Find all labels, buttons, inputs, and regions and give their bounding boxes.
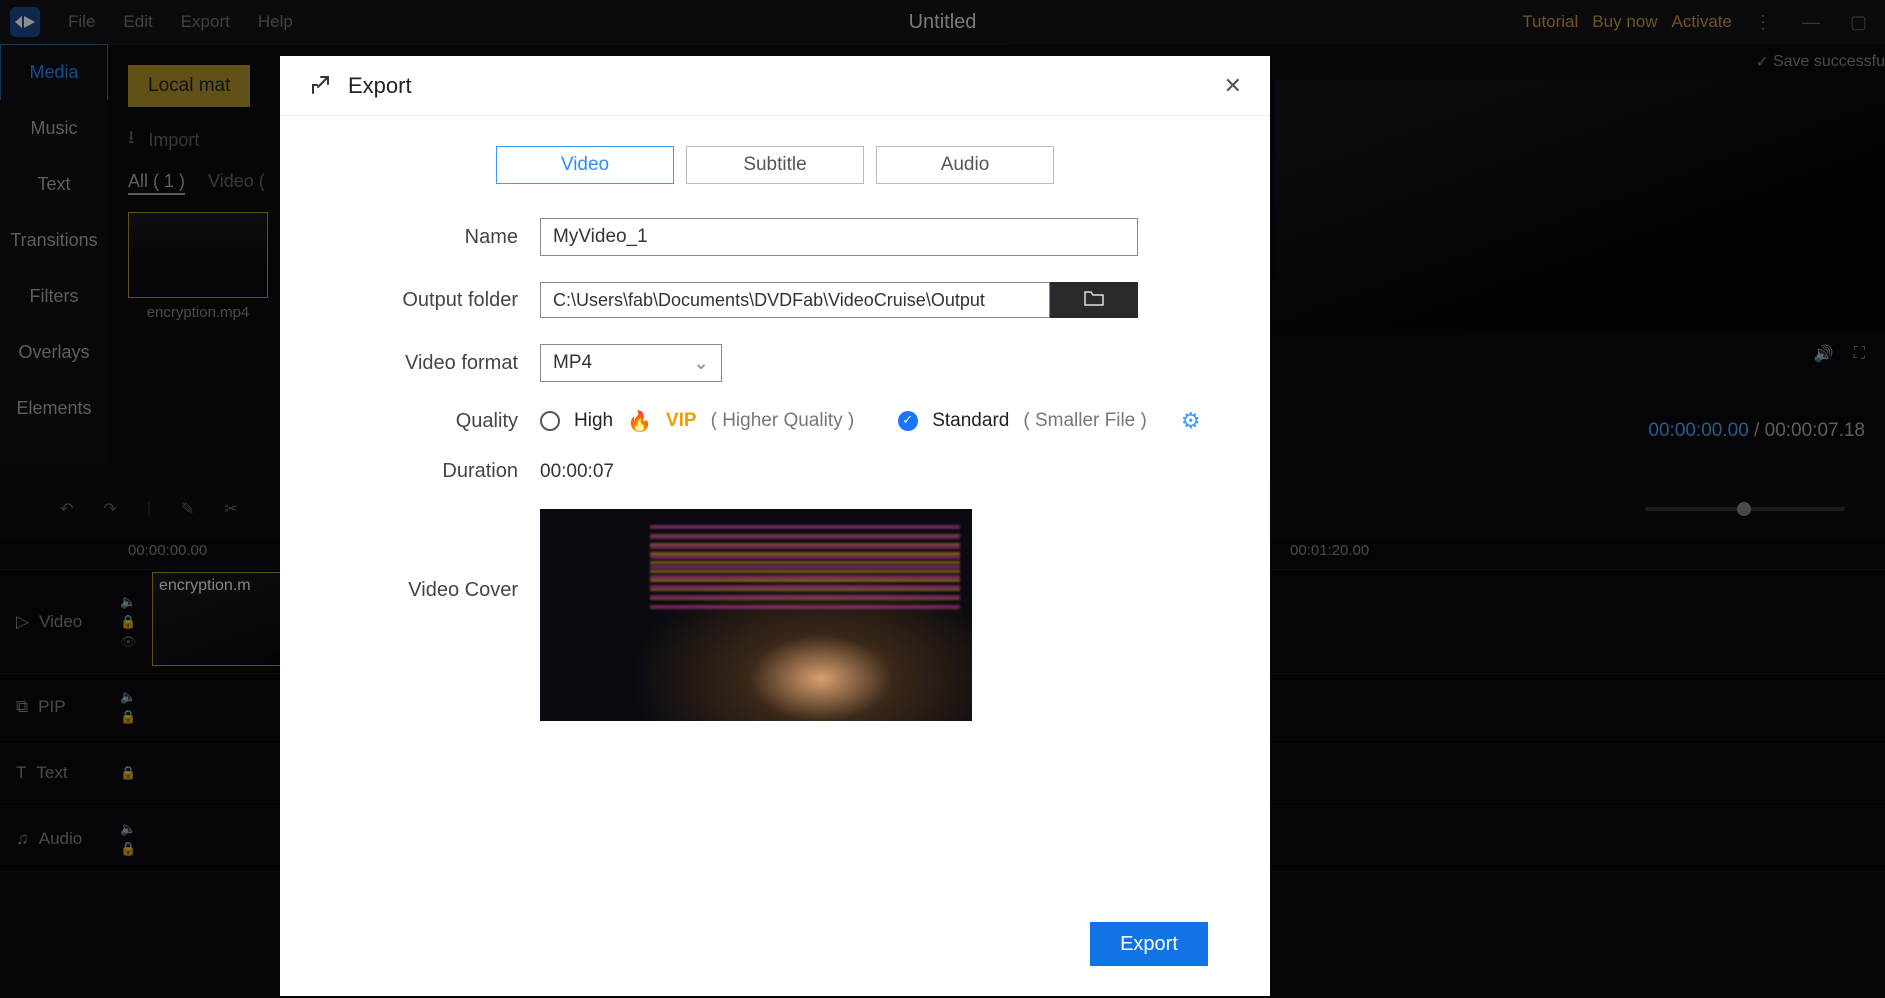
chevron-down-icon: ⌄ — [693, 352, 709, 375]
modal-title: Export — [348, 73, 412, 99]
quality-high-hint: ( Higher Quality ) — [711, 410, 855, 432]
close-icon[interactable]: ✕ — [1224, 73, 1242, 99]
folder-icon — [1083, 289, 1105, 312]
video-format-select[interactable]: MP4 ⌄ — [540, 344, 722, 382]
export-icon — [308, 73, 334, 99]
export-modal: Export ✕ Video Subtitle Audio Name Outpu… — [280, 56, 1270, 996]
export-tabs: Video Subtitle Audio — [280, 146, 1270, 184]
output-folder-input[interactable] — [540, 282, 1050, 318]
export-button[interactable]: Export — [1090, 922, 1208, 966]
label-video-cover: Video Cover — [280, 509, 540, 602]
label-quality: Quality — [280, 410, 540, 433]
quality-standard-hint: ( Smaller File ) — [1023, 410, 1147, 432]
label-duration: Duration — [280, 460, 540, 483]
browse-button[interactable] — [1050, 282, 1138, 318]
tab-audio[interactable]: Audio — [876, 146, 1054, 184]
settings-icon[interactable]: ⚙ — [1181, 408, 1201, 434]
tab-subtitle[interactable]: Subtitle — [686, 146, 864, 184]
export-form: Name Output folder Video format MP4 ⌄ Qu… — [280, 218, 1270, 747]
label-name: Name — [280, 226, 540, 249]
label-output-folder: Output folder — [280, 289, 540, 312]
radio-standard[interactable] — [898, 411, 918, 431]
duration-value: 00:00:07 — [540, 461, 614, 483]
modal-header: Export ✕ — [280, 56, 1270, 116]
quality-high-label: High — [574, 410, 613, 432]
vip-badge: VIP — [666, 410, 697, 432]
name-input[interactable] — [540, 218, 1138, 256]
label-video-format: Video format — [280, 352, 540, 375]
video-cover-preview — [540, 509, 972, 721]
quality-standard-label: Standard — [932, 410, 1009, 432]
flame-icon: 🔥 — [627, 409, 652, 434]
format-value: MP4 — [553, 352, 592, 374]
tab-video[interactable]: Video — [496, 146, 674, 184]
radio-high[interactable] — [540, 411, 560, 431]
